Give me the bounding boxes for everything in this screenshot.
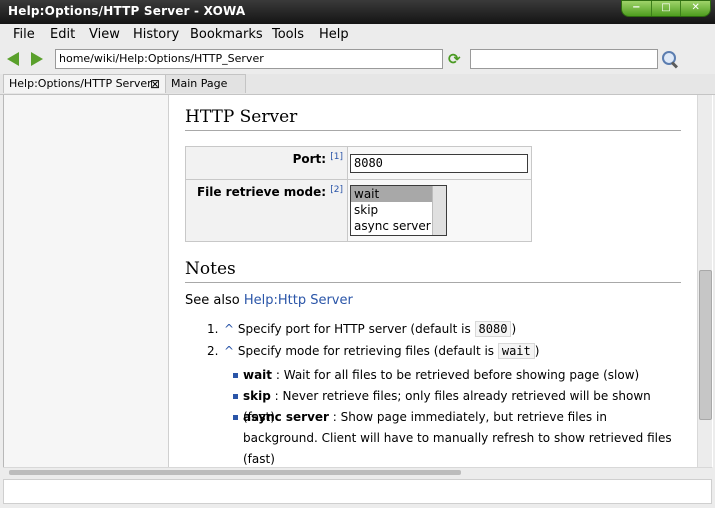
see-also-prefix: See also [185,293,244,308]
note-backlink[interactable]: ^ [224,322,234,336]
window-title: Help:Options/HTTP Server - XOWA [8,4,246,18]
notes-divider [185,282,681,283]
maximize-button[interactable]: □ [652,1,682,16]
port-label: Port: [292,152,327,166]
bullet-icon [233,415,238,420]
menu-view[interactable]: View [89,27,120,42]
list-item: 1. ^ Specify port for HTTP server (defau… [207,321,667,337]
page-heading: HTTP Server [185,107,298,127]
bullet-icon [233,373,238,378]
list-item: wait : Wait for all files to be retrieve… [233,365,683,386]
list-item: 2. ^ Specify mode for retrieving files (… [207,343,667,359]
see-also: See also Help:Http Server [185,293,353,308]
note-text: Specify port for HTTP server (default is [234,322,475,336]
table-row: File retrieve mode: [2] wait skip async … [185,179,532,242]
table-row: Port: [1] 8080 [185,146,532,180]
tab-bar: Help:Options/HTTP Server ⊠ Main Page [0,74,715,95]
sidebar [4,95,169,467]
menu-bookmarks[interactable]: Bookmarks [190,27,263,42]
note-number: 1. [207,322,219,336]
tab-label: Help:Options/HTTP Server [9,77,152,90]
mode-term: async server [243,410,329,424]
notes-heading: Notes [185,259,236,279]
status-bar [3,479,712,504]
menu-tools[interactable]: Tools [272,27,304,42]
list-item: async server : Show page immediately, bu… [233,407,683,467]
mode-label-cell: File retrieve mode: [2] [185,179,348,242]
search-input[interactable] [470,49,658,69]
port-label-cell: Port: [1] [185,146,348,180]
horizontal-scrollbar[interactable] [3,467,712,478]
vertical-scrollbar[interactable] [697,95,712,467]
window-controls: − □ ✕ [621,0,711,17]
mode-option-async-server[interactable]: async server [351,218,432,234]
file-retrieve-mode-listbox[interactable]: wait skip async server [350,185,447,236]
minimize-button[interactable]: − [622,1,652,16]
tab-label: Main Page [171,77,228,90]
url-input[interactable]: home/wiki/Help:Options/HTTP_Server [55,49,443,69]
tab-close-icon[interactable]: ⊠ [150,75,160,93]
note-number: 2. [207,344,219,358]
mode-desc: : Wait for all files to be retrieved bef… [272,368,640,382]
go-refresh-icon[interactable]: ⟳ [448,51,464,67]
tab-http-server[interactable]: Help:Options/HTTP Server ⊠ [3,74,166,93]
heading-divider [185,130,681,131]
listbox-scrollbar[interactable] [432,186,446,235]
title-bar: Help:Options/HTTP Server - XOWA − □ ✕ [0,0,715,24]
navigation-bar: home/wiki/Help:Options/HTTP_Server ⟳ [0,46,715,74]
back-arrow-icon[interactable] [7,52,19,66]
vertical-scroll-thumb[interactable] [699,270,712,420]
note-end: ) [511,322,517,336]
mode-value-cell: wait skip async server [347,179,532,242]
menu-history[interactable]: History [133,27,179,42]
menu-edit[interactable]: Edit [50,27,75,42]
mode-option-wait[interactable]: wait [351,186,432,202]
close-button[interactable]: ✕ [681,1,710,16]
menu-file[interactable]: File [13,27,35,42]
horizontal-scroll-thumb[interactable] [9,470,461,475]
note-code: wait [497,343,535,359]
note-text: Specify mode for retrieving files (defau… [234,344,498,358]
port-ref-link[interactable]: [1] [330,152,343,162]
see-also-link[interactable]: Help:Http Server [244,293,353,308]
mode-ref-link[interactable]: [2] [330,185,343,195]
search-icon[interactable] [661,50,679,69]
bullet-icon [233,394,238,399]
note-end: ) [534,344,540,358]
options-table: Port: [1] 8080 File retrieve mode: [2] w… [185,146,532,242]
forward-arrow-icon[interactable] [31,52,43,66]
mode-option-skip[interactable]: skip [351,202,432,218]
mode-term: wait [243,368,273,382]
note-code: 8080 [474,321,512,337]
note-backlink[interactable]: ^ [224,344,234,358]
menu-bar: File Edit View History Bookmarks Tools H… [0,24,715,47]
menu-help[interactable]: Help [319,27,349,42]
page-content: HTTP Server Port: [1] 8080 File retrieve… [3,95,713,467]
mode-label: File retrieve mode: [196,185,327,199]
article: HTTP Server Port: [1] 8080 File retrieve… [185,95,685,467]
port-value-cell: 8080 [347,146,532,180]
mode-term: skip [243,389,271,403]
app-window: Help:Options/HTTP Server - XOWA − □ ✕ Fi… [0,0,715,508]
port-input[interactable]: 8080 [350,153,528,173]
tab-main-page[interactable]: Main Page [166,74,246,93]
